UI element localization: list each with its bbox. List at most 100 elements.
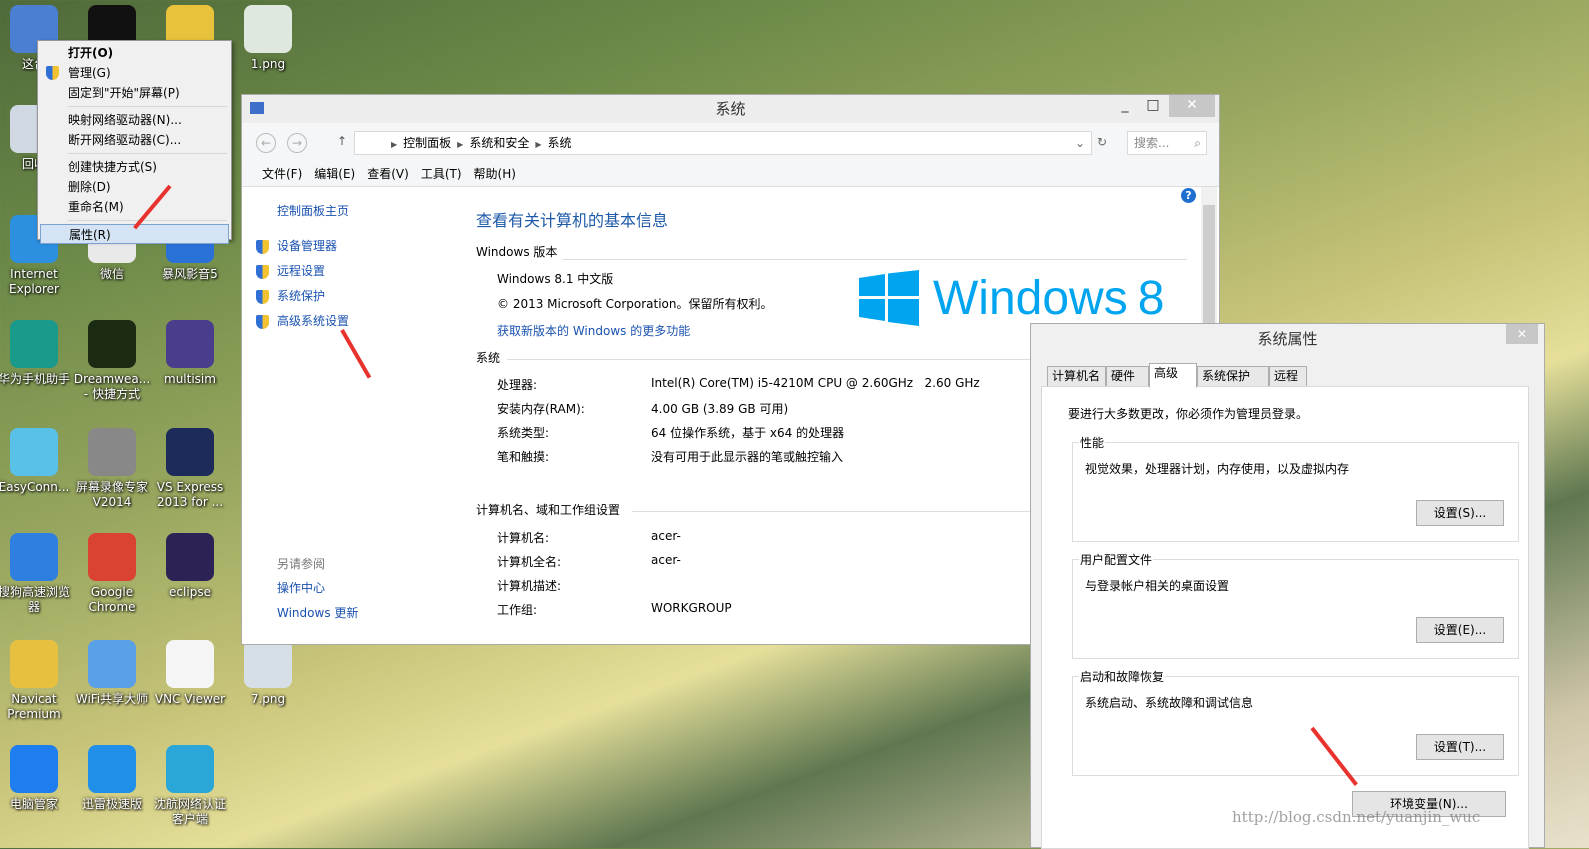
see-also-link[interactable]: Windows 更新	[277, 604, 358, 629]
shield-icon	[256, 314, 269, 329]
dialog-close-button[interactable]: ✕	[1506, 324, 1538, 344]
left-pane-link[interactable]: 高级系统设置	[256, 312, 349, 337]
context-menu-item[interactable]: 打开(O)	[40, 43, 229, 63]
settings-button[interactable]: 设置(T)...	[1416, 734, 1504, 760]
refresh-icon[interactable]: ↻	[1097, 135, 1107, 149]
left-pane-link[interactable]: 系统保护	[256, 287, 349, 312]
settings-group: 性能 视觉效果，处理器计划，内存使用，以及虚拟内存 设置(S)...	[1072, 434, 1519, 542]
see-also-link[interactable]: 操作中心	[277, 579, 358, 604]
desktop-icon[interactable]: 迅雷极速版	[73, 745, 151, 812]
desktop-icon[interactable]: 7.png	[229, 640, 307, 707]
dialog-tab[interactable]: 高级	[1149, 363, 1197, 388]
info-row: 计算机描述:	[497, 577, 997, 601]
desktop-icon-label: 沈航网络认证客户端	[153, 797, 226, 826]
dropdown-icon[interactable]: ⌄	[1075, 132, 1085, 154]
context-menu-item[interactable]: 管理(G)	[40, 63, 229, 83]
title-bar: 系统 _ □ ✕	[242, 95, 1219, 123]
desktop-icon[interactable]: 屏幕录像专家 V2014	[73, 428, 151, 510]
help-icon[interactable]: ?	[1181, 188, 1196, 203]
minimize-button[interactable]: _	[1111, 95, 1139, 117]
desktop-icon[interactable]: Dreamwea... - 快捷方式	[73, 320, 151, 402]
dialog-tab[interactable]: 硬件	[1106, 366, 1149, 387]
desktop-icon[interactable]: 沈航网络认证客户端	[151, 745, 229, 827]
desktop-icon[interactable]: EasyConn...	[0, 428, 73, 495]
watermark: http://blog.csdn.net/yuanjin_wuc	[1232, 808, 1481, 826]
context-menu-item[interactable]: 创建快捷方式(S)	[40, 157, 229, 177]
context-menu-item[interactable]: 重命名(M)	[40, 197, 229, 217]
desktop-icon[interactable]: Navicat Premium	[0, 640, 73, 722]
app-icon	[166, 533, 214, 581]
desktop-icon-label: 华为手机助手	[0, 372, 70, 386]
desktop-icon[interactable]: 1.png	[229, 5, 307, 72]
desktop-icon[interactable]: 华为手机助手	[0, 320, 73, 387]
app-icon	[10, 533, 58, 581]
context-menu-item[interactable]: 断开网络驱动器(C)...	[40, 130, 229, 150]
desktop-icon[interactable]: multisim	[151, 320, 229, 387]
windows-flag-icon	[859, 270, 919, 326]
desktop-icon[interactable]: VNC Viewer	[151, 640, 229, 707]
context-menu-item[interactable]: 删除(D)	[40, 177, 229, 197]
copyright-text: © 2013 Microsoft Corporation。保留所有权利。	[497, 297, 773, 311]
up-button[interactable]: ↑	[337, 134, 347, 148]
desktop-icon[interactable]: 电脑管家	[0, 745, 73, 812]
breadcrumb-item[interactable]: 控制面板	[403, 136, 451, 150]
maximize-button[interactable]: □	[1139, 95, 1167, 117]
app-icon	[88, 320, 136, 368]
breadcrumb-item[interactable]: 系统	[548, 136, 572, 150]
admin-note: 要进行大多数更改，你必须作为管理员登录。	[1068, 407, 1309, 421]
desktop-icon-label: Navicat Premium	[7, 692, 61, 721]
desktop-icon-label: Google Chrome	[88, 585, 136, 614]
app-icon	[166, 640, 214, 688]
dialog-title: 系统属性	[1257, 330, 1318, 348]
search-icon: ⌕	[1194, 136, 1201, 150]
back-button[interactable]: ←	[256, 133, 276, 153]
desktop-icon[interactable]: WiFi共享大师	[73, 640, 151, 707]
left-pane-link[interactable]: 远程设置	[256, 262, 349, 287]
desktop-icon[interactable]: VS Express 2013 for ...	[151, 428, 229, 510]
settings-button[interactable]: 设置(E)...	[1416, 617, 1504, 643]
shield-icon	[46, 66, 59, 80]
desktop-icon[interactable]: 搜狗高速浏览器	[0, 533, 73, 615]
desktop-icon[interactable]: Google Chrome	[73, 533, 151, 615]
info-row: 笔和触摸: 没有可用于此显示器的笔或触控输入	[497, 448, 997, 472]
cp-home-link[interactable]: 控制面板主页	[277, 202, 349, 219]
dialog-tab[interactable]: 计算机名	[1047, 366, 1106, 387]
info-label: 计算机全名:	[497, 555, 562, 569]
section-computer: 计算机名、域和工作组设置	[476, 503, 621, 517]
context-menu-item[interactable]: 映射网络驱动器(N)...	[40, 110, 229, 130]
info-row: 系统类型: 64 位操作系统，基于 x64 的处理器	[497, 424, 997, 448]
search-input[interactable]: 搜索... ⌕	[1127, 131, 1207, 155]
info-value: 没有可用于此显示器的笔或触控输入	[651, 450, 844, 464]
app-icon	[166, 428, 214, 476]
menu-item[interactable]: 文件(F)	[262, 165, 302, 183]
shield-icon	[256, 289, 269, 304]
context-menu-item[interactable]: 固定到"开始"屏幕(P)	[40, 83, 229, 103]
forward-button[interactable]: →	[287, 133, 307, 153]
app-icon	[10, 428, 58, 476]
menu-item[interactable]: 工具(T)	[421, 165, 462, 183]
windows-logo: Windows 8	[859, 270, 1164, 326]
menu-item-label: 断开网络驱动器(C)...	[68, 133, 182, 147]
dialog-tab[interactable]: 远程	[1269, 366, 1307, 387]
breadcrumb-item[interactable]: 系统和安全	[469, 136, 529, 150]
address-bar[interactable]: ▶ 控制面板 ▶ 系统和安全 ▶ 系统 ⌄	[354, 131, 1092, 155]
breadcrumb-separator-icon: ▶	[391, 140, 398, 149]
menu-item-label: 打开(O)	[68, 46, 114, 60]
menu-item-label: 创建快捷方式(S)	[68, 160, 157, 174]
close-button[interactable]: ✕	[1169, 95, 1215, 117]
menu-item[interactable]: 编辑(E)	[314, 165, 355, 183]
desktop-icon[interactable]: eclipse	[151, 533, 229, 600]
breadcrumb-separator-icon: ▶	[535, 140, 542, 149]
more-features-link[interactable]: 获取新版本的 Windows 的更多功能	[497, 322, 690, 339]
desktop-icon-label: 暴风影音5	[162, 267, 218, 281]
menu-item[interactable]: 帮助(H)	[474, 165, 516, 183]
info-label: 计算机名:	[497, 531, 550, 545]
desktop-icon-label: VS Express 2013 for ...	[156, 480, 224, 509]
menu-item-label: 固定到"开始"屏幕(P)	[68, 86, 180, 100]
dialog-tab[interactable]: 系统保护	[1197, 366, 1269, 387]
left-pane-link[interactable]: 设备管理器	[256, 237, 349, 262]
settings-button[interactable]: 设置(S)...	[1416, 500, 1504, 526]
desktop-icon-label: 电脑管家	[9, 797, 58, 811]
menu-item[interactable]: 查看(V)	[367, 165, 409, 183]
info-label: 安装内存(RAM):	[497, 402, 585, 416]
